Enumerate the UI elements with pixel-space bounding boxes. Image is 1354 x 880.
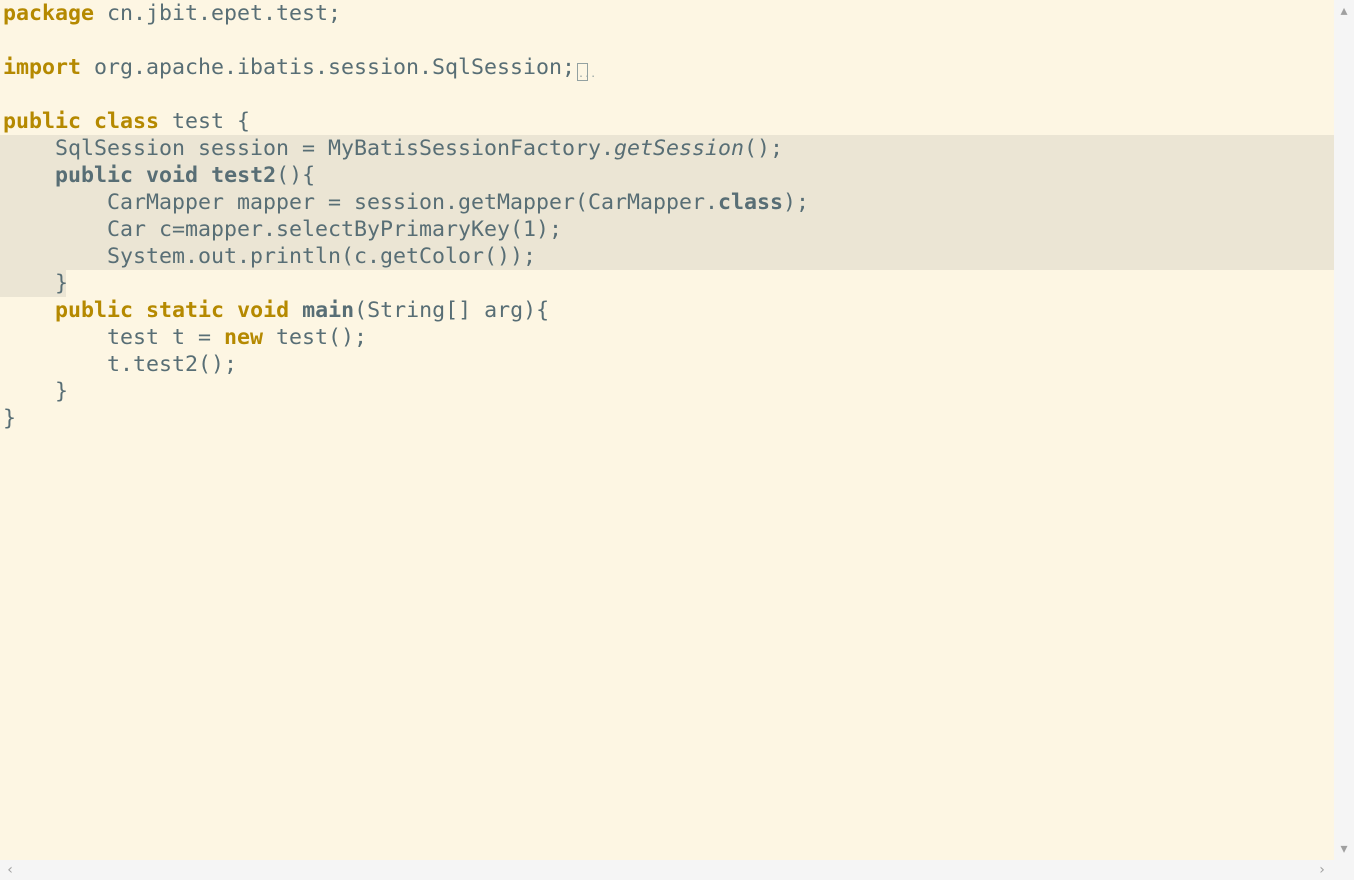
fold-expand-icon[interactable]: ...: [577, 63, 596, 81]
code-text: t.test2();: [3, 352, 238, 377]
code-line-6: SqlSession session = MyBatisSessionFacto…: [0, 135, 1334, 162]
code-line-15: }: [0, 378, 1334, 405]
code-text: (){: [276, 163, 316, 188]
code-line-9: Car c=mapper.selectByPrimaryKey(1);: [0, 216, 1334, 243]
code-text: }: [3, 406, 17, 431]
code-text: }: [3, 271, 69, 296]
code-line-13: test t = new test();: [0, 324, 1334, 351]
method-call: getSession: [614, 136, 745, 161]
code-text: test {: [159, 109, 251, 134]
code-text: }: [3, 379, 69, 404]
keyword: class: [718, 190, 784, 215]
keyword: void: [237, 298, 290, 323]
code-line-11: }: [0, 270, 1334, 297]
scroll-down-icon[interactable]: ▾: [1337, 842, 1351, 856]
keyword: public: [55, 163, 134, 188]
code-text: );: [783, 190, 810, 215]
code-line-1: package cn.jbit.epet.test;: [0, 0, 1334, 27]
code-line-5: public class test {: [0, 108, 1334, 135]
code-editor[interactable]: package cn.jbit.epet.test; import org.ap…: [0, 0, 1334, 860]
code-text: test t =: [3, 325, 225, 350]
code-line-16: }: [0, 405, 1334, 432]
code-text: CarMapper mapper = session.getMapper(Car…: [3, 190, 719, 215]
method-name: test2: [211, 163, 277, 188]
code-text: ();: [744, 136, 784, 161]
scroll-up-icon[interactable]: ▴: [1337, 4, 1351, 18]
scroll-left-icon[interactable]: ‹: [3, 863, 17, 877]
code-line-10: System.out.println(c.getColor());: [0, 243, 1334, 270]
code-area[interactable]: package cn.jbit.epet.test; import org.ap…: [0, 0, 1334, 860]
code-text: SqlSession session = MyBatisSessionFacto…: [3, 136, 615, 161]
code-text: System.out.println(c.getColor());: [3, 244, 537, 269]
keyword: new: [224, 325, 264, 350]
code-line-7: public void test2(){: [0, 162, 1334, 189]
code-text: org.apache.ibatis.session.SqlSession;: [81, 55, 576, 80]
code-text: test();: [263, 325, 368, 350]
keyword: static: [146, 298, 225, 323]
code-line-12: public static void main(String[] arg){: [0, 297, 1334, 324]
keyword: void: [146, 163, 199, 188]
code-text: (String[] arg){: [354, 298, 550, 323]
vertical-scrollbar[interactable]: ▴ ▾: [1334, 0, 1354, 860]
keyword: package: [3, 1, 95, 26]
horizontal-scrollbar[interactable]: ‹ ›: [0, 860, 1354, 880]
keyword: public: [55, 298, 134, 323]
code-line-8: CarMapper mapper = session.getMapper(Car…: [0, 189, 1334, 216]
scroll-right-icon[interactable]: ›: [1315, 863, 1329, 877]
keyword: public: [3, 109, 82, 134]
code-text: cn.jbit.epet.test;: [94, 1, 342, 26]
code-line-14: t.test2();: [0, 351, 1334, 378]
keyword: import: [3, 55, 82, 80]
code-line-3: import org.apache.ibatis.session.SqlSess…: [0, 54, 1334, 81]
code-text: Car c=mapper.selectByPrimaryKey(1);: [3, 217, 563, 242]
method-name: main: [302, 298, 355, 323]
keyword: class: [94, 109, 160, 134]
